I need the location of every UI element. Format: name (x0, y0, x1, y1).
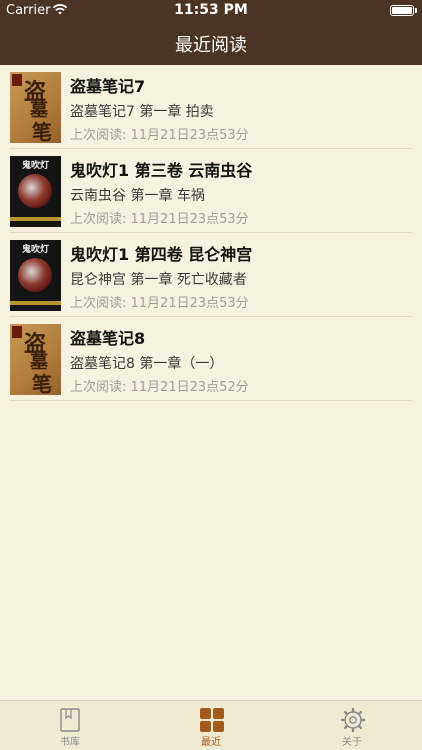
cover-title-band: 鬼吹灯 (21, 161, 49, 171)
gear-icon (340, 707, 366, 733)
book-title: 鬼吹灯1 第三卷 云南虫谷 (70, 161, 253, 180)
book-title: 盗墓笔记7 (70, 77, 146, 96)
book-chapter: 盗墓笔记8 第一章（一） (70, 356, 224, 372)
cover-face-art (18, 258, 52, 292)
status-bar: Carrier 11:53 PM (0, 0, 422, 22)
tab-about[interactable]: 关于 (282, 701, 422, 750)
battery-tip (415, 8, 417, 13)
tab-about-label: 关于 (342, 737, 362, 748)
tab-recent-label: 最近 (201, 737, 221, 748)
tab-library[interactable]: 书库 (0, 701, 140, 750)
cover-seal (12, 74, 22, 86)
last-read-time: 上次阅读: 11月21日23点53分 (70, 212, 249, 227)
book-row[interactable]: 鬼吹灯 鬼吹灯1 第四卷 昆仑神宫 昆仑神宫 第一章 死亡收藏者 上次阅读: 1… (0, 233, 422, 317)
book-chapter: 盗墓笔记7 第一章 拍卖 (70, 104, 214, 120)
cover-glyph: 笔 (32, 372, 52, 395)
tab-library-label: 书库 (60, 737, 80, 748)
cover-foot-band (10, 217, 61, 221)
recent-book-list: 盗 墓 笔 盗墓笔记7 盗墓笔记7 第一章 拍卖 上次阅读: 11月21日23点… (0, 65, 422, 401)
row-divider (10, 400, 412, 401)
cover-title-band: 鬼吹灯 (21, 245, 49, 255)
last-read-time: 上次阅读: 11月21日23点53分 (70, 296, 249, 311)
book-chapter: 昆仑神宫 第一章 死亡收藏者 (70, 272, 247, 288)
status-time: 11:53 PM (174, 2, 248, 18)
cover-seal (12, 326, 22, 338)
book-row[interactable]: 盗 墓 笔 盗墓笔记7 盗墓笔记7 第一章 拍卖 上次阅读: 11月21日23点… (0, 65, 422, 149)
tab-recent[interactable]: 最近 (141, 701, 281, 750)
book-title: 盗墓笔记8 (70, 329, 146, 348)
recent-reading-screen: Carrier 11:53 PM 最近阅读 盗 墓 笔 盗墓笔记7 盗墓笔记7 … (0, 0, 422, 750)
book-title: 鬼吹灯1 第四卷 昆仑神宫 (70, 245, 253, 264)
grid-icon (200, 708, 224, 732)
book-chapter: 云南虫谷 第一章 车祸 (70, 188, 205, 204)
book-row[interactable]: 盗 墓 笔 盗墓笔记8 盗墓笔记8 第一章（一） 上次阅读: 11月21日23点… (0, 317, 422, 401)
cover-glyph: 笔 (32, 120, 52, 143)
book-cover: 盗 墓 笔 (10, 72, 61, 143)
book-cover: 鬼吹灯 (10, 156, 61, 227)
tab-bar: 书库 最近 关于 (0, 700, 422, 750)
book-row[interactable]: 鬼吹灯 鬼吹灯1 第三卷 云南虫谷 云南虫谷 第一章 车祸 上次阅读: 11月2… (0, 149, 422, 233)
book-icon (60, 708, 80, 732)
cover-foot-band (10, 301, 61, 305)
last-read-time: 上次阅读: 11月21日23点53分 (70, 128, 249, 143)
cover-face-art (18, 174, 52, 208)
book-cover: 盗 墓 笔 (10, 324, 61, 395)
header: Carrier 11:53 PM 最近阅读 (0, 0, 422, 65)
book-cover: 鬼吹灯 (10, 240, 61, 311)
last-read-time: 上次阅读: 11月21日23点52分 (70, 380, 249, 395)
battery-icon (390, 5, 414, 16)
page-title: 最近阅读 (175, 35, 247, 56)
